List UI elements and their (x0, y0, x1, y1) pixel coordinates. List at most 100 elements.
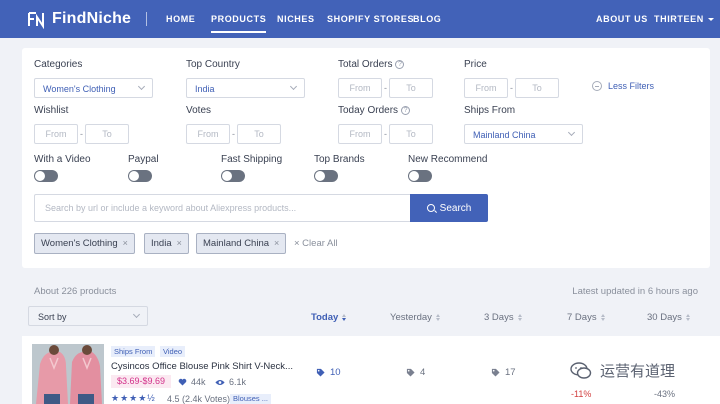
top-nav: FindNiche HOME PRODUCTS NICHES SHOPIFY S… (0, 0, 720, 38)
with-video-toggle[interactable] (34, 170, 58, 182)
today-orders-to-input[interactable]: To (389, 124, 433, 144)
sort-icon (435, 313, 442, 321)
nav-divider (146, 12, 147, 26)
rating-votes: 4.5 (2.4k Votes) (167, 394, 231, 404)
sort-by-select[interactable]: Sort by (28, 306, 148, 326)
heart-icon (178, 378, 187, 386)
today-orders-label: Today Orders? (338, 105, 411, 116)
nav-products[interactable]: PRODUCTS (211, 14, 267, 33)
search-button-label: Search (439, 202, 472, 214)
votes-to-input[interactable]: To (237, 124, 281, 144)
ships-from-select[interactable]: Mainland China (464, 124, 583, 144)
close-icon[interactable]: × (123, 238, 128, 248)
column-label: 7 Days (567, 312, 597, 323)
range-dash: - (510, 83, 513, 93)
price-to-input[interactable]: To (515, 78, 559, 98)
column-30-days[interactable]: 30 Days (647, 312, 692, 323)
wishlist-label: Wishlist (34, 105, 69, 116)
new-recommend-toggle[interactable] (408, 170, 432, 182)
tag-icon (406, 368, 415, 377)
findniche-logo-icon (28, 12, 44, 29)
product-image (32, 344, 104, 404)
paypal-label: Paypal (128, 154, 159, 165)
product-thumbnail[interactable] (32, 344, 104, 404)
filter-chip-ships-from: Mainland China × (196, 233, 287, 254)
nav-about-us[interactable]: ABOUT US (596, 14, 648, 24)
votes-from-input[interactable]: From (186, 124, 230, 144)
top-brands-toggle[interactable] (314, 170, 338, 182)
help-icon[interactable]: ? (395, 59, 405, 69)
help-icon[interactable]: ? (401, 105, 411, 115)
search-button[interactable]: Search (410, 194, 488, 222)
category-tag[interactable]: Blouses ... (230, 394, 272, 404)
categories-value: Women's Clothing (43, 84, 116, 94)
wishlist-from-input[interactable]: From (34, 124, 78, 144)
results-count: About 226 products (34, 286, 117, 297)
product-title[interactable]: Cysincos Office Blouse Pink Shirt V-Neck… (111, 361, 293, 372)
nav-niches[interactable]: NICHES (277, 14, 315, 24)
wechat-icon (570, 361, 592, 379)
column-label: Today (311, 312, 339, 323)
with-video-label: With a Video (34, 154, 91, 165)
video-tag: Video (160, 346, 186, 357)
product-price: $3.69-$9.69 (111, 375, 172, 388)
chip-label: India (151, 238, 172, 249)
ships-from-value: Mainland China (473, 130, 536, 140)
toggle-knob (129, 171, 139, 181)
nav-home[interactable]: HOME (166, 14, 195, 24)
column-3-days[interactable]: 3 Days (484, 312, 524, 323)
votes-label: Votes (186, 105, 212, 116)
column-yesterday[interactable]: Yesterday (390, 312, 442, 323)
tag-icon (316, 368, 325, 377)
wishlist-to-input[interactable]: To (85, 124, 129, 144)
fast-shipping-toggle[interactable] (221, 170, 245, 182)
column-7-days[interactable]: 7 Days (567, 312, 607, 323)
wishlist-count: 44k (178, 377, 206, 387)
toggle-knob (222, 171, 232, 181)
filter-chip-category: Women's Clothing × (34, 233, 135, 254)
today-orders-value: 10 (316, 367, 341, 378)
less-filters-button[interactable]: Less Filters (592, 81, 654, 91)
sort-by-label: Sort by (38, 312, 67, 322)
today-orders-label-text: Today Orders (338, 105, 399, 116)
views-value: 6.1k (229, 377, 247, 387)
three-day-orders-value: 17 (491, 367, 516, 378)
total-orders-to-input[interactable]: To (389, 78, 433, 98)
top-country-select[interactable]: India (186, 78, 305, 98)
new-recommend-label: New Recommend (408, 154, 488, 165)
total-orders-from-input[interactable]: From (338, 78, 382, 98)
paypal-toggle[interactable] (128, 170, 152, 182)
close-icon[interactable]: × (177, 238, 182, 248)
yesterday-value: 4 (420, 367, 426, 378)
today-orders-from-input[interactable]: From (338, 124, 382, 144)
clear-all-button[interactable]: × Clear All (294, 238, 338, 249)
watermark-text: 运营有道理 (600, 363, 676, 380)
sort-icon (685, 313, 692, 321)
views-count: 6.1k (215, 377, 246, 387)
nav-user-menu[interactable]: THIRTEEN (654, 14, 714, 24)
sort-icon (517, 313, 524, 321)
toggle-knob (35, 171, 45, 181)
eye-icon (215, 379, 225, 385)
chevron-down-icon (137, 82, 146, 91)
sort-icon (600, 313, 607, 321)
tag-icon (491, 368, 500, 377)
product-search-input[interactable]: Search by url or include a keyword about… (34, 194, 410, 222)
categories-select[interactable]: Women's Clothing (34, 78, 153, 98)
ships-from-label: Ships From (464, 105, 516, 116)
brand-logo[interactable]: FindNiche (26, 9, 131, 29)
chevron-down-icon (707, 18, 714, 22)
column-today[interactable]: Today (311, 312, 348, 323)
nav-shopify-stores[interactable]: SHOPIFY STORES (327, 14, 414, 24)
top-country-value: India (195, 84, 215, 94)
user-name: THIRTEEN (654, 14, 704, 24)
close-icon[interactable]: × (274, 238, 279, 248)
chip-label: Women's Clothing (41, 238, 118, 249)
nav-blog[interactable]: BLOG (413, 14, 441, 24)
chevron-down-icon (132, 310, 141, 319)
chevron-down-icon (567, 128, 576, 137)
total-orders-label: Total Orders? (338, 59, 405, 70)
watermark: 运营有道理 (570, 360, 675, 381)
total-orders-label-text: Total Orders (338, 59, 393, 70)
price-from-input[interactable]: From (464, 78, 508, 98)
